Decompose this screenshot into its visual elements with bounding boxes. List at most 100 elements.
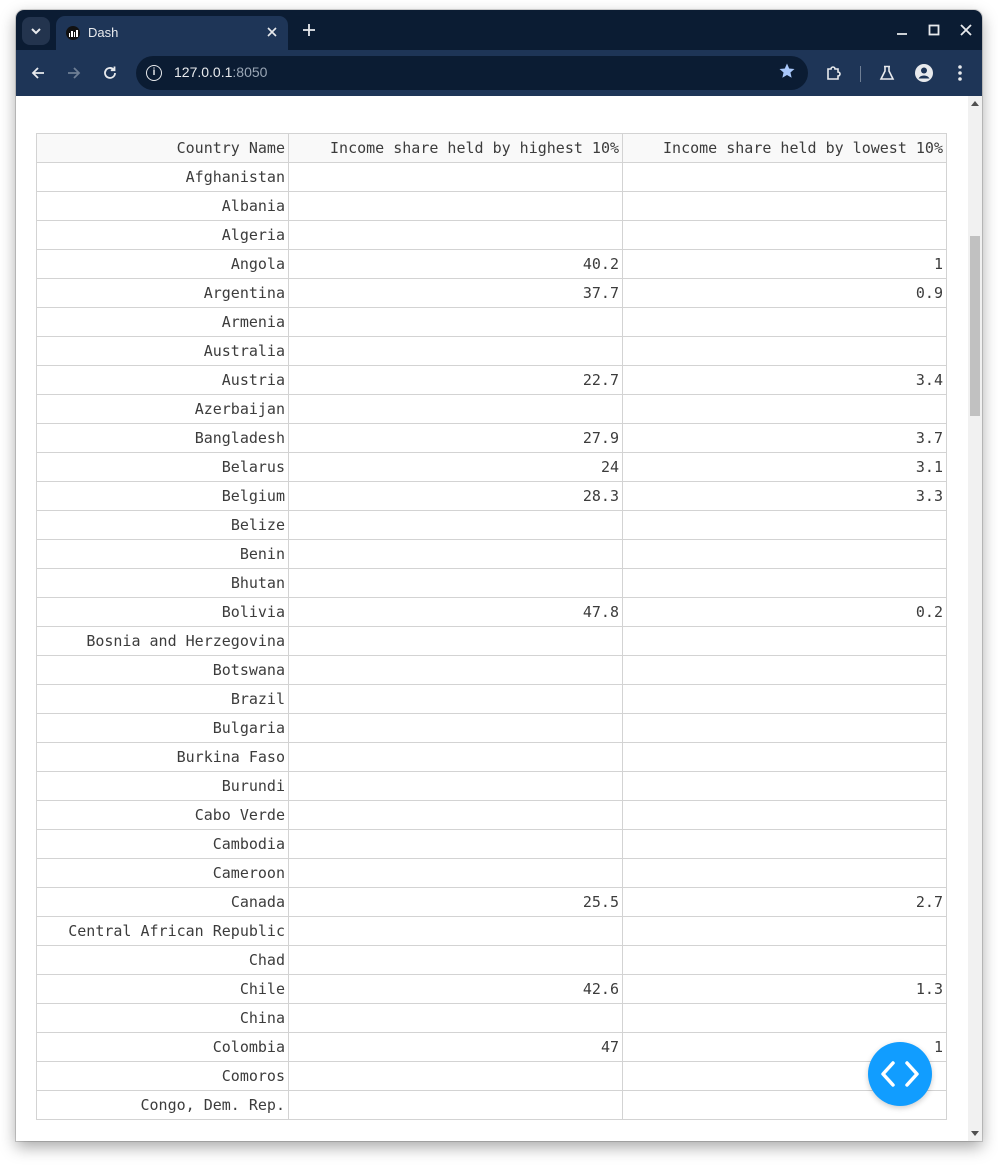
country-name-cell[interactable]: Chile [36,974,289,1004]
dash-debug-button[interactable] [868,1042,932,1106]
highest-10-cell[interactable] [288,568,623,598]
bookmark-button[interactable] [778,62,796,85]
lowest-10-cell[interactable] [622,829,947,859]
country-name-cell[interactable]: Colombia [36,1032,289,1062]
highest-10-cell[interactable] [288,655,623,685]
highest-10-cell[interactable] [288,162,623,192]
lowest-10-cell[interactable] [622,539,947,569]
country-name-cell[interactable]: Benin [36,539,289,569]
scroll-down-arrow-icon[interactable] [971,1131,979,1136]
lowest-10-cell[interactable] [622,162,947,192]
minimize-button[interactable] [892,20,912,40]
country-name-cell[interactable]: Comoros [36,1061,289,1091]
country-name-cell[interactable]: Austria [36,365,289,395]
tab-search-button[interactable] [22,17,50,45]
reload-button[interactable] [98,61,122,85]
highest-10-cell[interactable]: 22.7 [288,365,623,395]
country-name-cell[interactable]: Algeria [36,220,289,250]
country-name-cell[interactable]: Central African Republic [36,916,289,946]
lowest-10-cell[interactable] [622,510,947,540]
lowest-10-cell[interactable] [622,916,947,946]
country-name-cell[interactable]: Cabo Verde [36,800,289,830]
lowest-10-cell[interactable] [622,713,947,743]
close-window-button[interactable] [956,20,976,40]
country-name-cell[interactable]: Canada [36,887,289,917]
profile-button[interactable] [912,61,936,85]
highest-10-cell[interactable] [288,220,623,250]
lowest-10-cell[interactable] [622,568,947,598]
highest-10-cell[interactable] [288,800,623,830]
country-name-cell[interactable]: Cameroon [36,858,289,888]
lowest-10-cell[interactable] [622,191,947,221]
lowest-10-cell[interactable] [622,655,947,685]
column-header[interactable]: Income share held by highest 10% [288,133,623,163]
scroll-up-arrow-icon[interactable] [971,101,979,106]
highest-10-cell[interactable] [288,916,623,946]
lowest-10-cell[interactable] [622,394,947,424]
extensions-button[interactable] [822,61,846,85]
lowest-10-cell[interactable] [622,858,947,888]
info-icon[interactable]: i [146,65,162,81]
highest-10-cell[interactable] [288,829,623,859]
country-name-cell[interactable]: Burkina Faso [36,742,289,772]
lowest-10-cell[interactable]: 2.7 [622,887,947,917]
highest-10-cell[interactable] [288,336,623,366]
lowest-10-cell[interactable] [622,336,947,366]
country-name-cell[interactable]: Cambodia [36,829,289,859]
lowest-10-cell[interactable]: 3.4 [622,365,947,395]
lowest-10-cell[interactable] [622,626,947,656]
country-name-cell[interactable]: Congo, Dem. Rep. [36,1090,289,1120]
country-name-cell[interactable]: Armenia [36,307,289,337]
lowest-10-cell[interactable] [622,1003,947,1033]
column-header[interactable]: Income share held by lowest 10% [622,133,947,163]
country-name-cell[interactable]: Australia [36,336,289,366]
menu-button[interactable] [948,61,972,85]
country-name-cell[interactable]: Botswana [36,655,289,685]
country-name-cell[interactable]: Azerbaijan [36,394,289,424]
country-name-cell[interactable]: China [36,1003,289,1033]
lowest-10-cell[interactable]: 3.1 [622,452,947,482]
country-name-cell[interactable]: Argentina [36,278,289,308]
lowest-10-cell[interactable] [622,220,947,250]
country-name-cell[interactable]: Bulgaria [36,713,289,743]
country-name-cell[interactable]: Bolivia [36,597,289,627]
lowest-10-cell[interactable] [622,742,947,772]
highest-10-cell[interactable] [288,858,623,888]
vertical-scrollbar[interactable] [968,96,982,1141]
country-name-cell[interactable]: Albania [36,191,289,221]
country-name-cell[interactable]: Belize [36,510,289,540]
highest-10-cell[interactable] [288,713,623,743]
maximize-button[interactable] [924,20,944,40]
highest-10-cell[interactable] [288,626,623,656]
highest-10-cell[interactable] [288,684,623,714]
lowest-10-cell[interactable] [622,684,947,714]
country-name-cell[interactable]: Burundi [36,771,289,801]
highest-10-cell[interactable]: 42.6 [288,974,623,1004]
lowest-10-cell[interactable]: 1 [622,249,947,279]
country-name-cell[interactable]: Bangladesh [36,423,289,453]
highest-10-cell[interactable]: 25.5 [288,887,623,917]
highest-10-cell[interactable] [288,742,623,772]
highest-10-cell[interactable]: 27.9 [288,423,623,453]
lowest-10-cell[interactable] [622,945,947,975]
lowest-10-cell[interactable] [622,800,947,830]
lowest-10-cell[interactable]: 0.9 [622,278,947,308]
highest-10-cell[interactable] [288,1003,623,1033]
highest-10-cell[interactable]: 28.3 [288,481,623,511]
lowest-10-cell[interactable]: 3.7 [622,423,947,453]
country-name-cell[interactable]: Brazil [36,684,289,714]
country-name-cell[interactable]: Afghanistan [36,162,289,192]
highest-10-cell[interactable] [288,307,623,337]
country-name-cell[interactable]: Belarus [36,452,289,482]
lowest-10-cell[interactable] [622,307,947,337]
highest-10-cell[interactable]: 40.2 [288,249,623,279]
highest-10-cell[interactable] [288,394,623,424]
labs-button[interactable] [875,61,899,85]
highest-10-cell[interactable]: 24 [288,452,623,482]
lowest-10-cell[interactable] [622,771,947,801]
country-name-cell[interactable]: Bhutan [36,568,289,598]
highest-10-cell[interactable] [288,191,623,221]
back-button[interactable] [26,61,50,85]
lowest-10-cell[interactable]: 0.2 [622,597,947,627]
new-tab-button[interactable] [298,19,320,41]
